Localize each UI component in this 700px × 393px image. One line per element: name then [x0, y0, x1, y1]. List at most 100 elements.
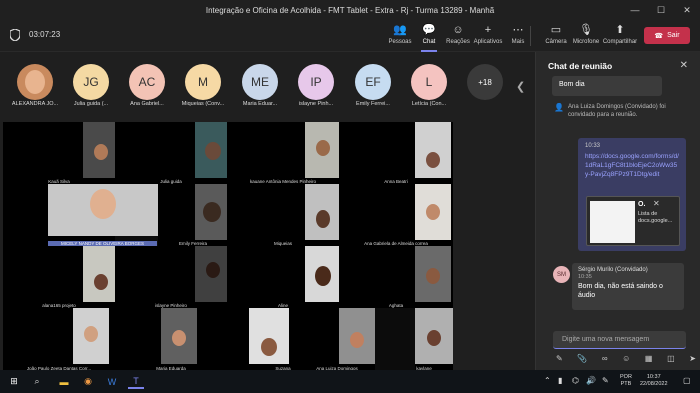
leave-button[interactable]: ☎ Sair	[644, 27, 690, 44]
video-feed	[305, 122, 341, 178]
participant-avatar[interactable]: AC	[129, 64, 165, 100]
clock[interactable]: 10:37 22/08/2022	[640, 374, 668, 388]
video-tile: islayne Pinheiro	[115, 246, 231, 308]
chevron-up-icon[interactable]: ⌃	[544, 376, 551, 385]
preview-thumbnail	[590, 201, 635, 243]
participant-avatar[interactable]: JG	[73, 64, 109, 100]
taskbar: ⊞ ⌕ ▬ ◉ W T ⌃ ▮ ⌬ 🔊 ✎ POR PTB 10:37 22/0…	[0, 370, 700, 393]
compose-input[interactable]: Digite uma nova mensagem	[553, 331, 686, 349]
maximize-button[interactable]: ☐	[648, 0, 674, 20]
participant-name: islayne Pinh...	[298, 101, 334, 107]
participant-avatar[interactable]: EF	[355, 64, 391, 100]
network-icon[interactable]: ⌬	[572, 376, 579, 385]
video-feed	[305, 246, 341, 302]
mic-button[interactable]: 🎙 Microfone	[569, 23, 603, 49]
camera-icon: ▭	[550, 24, 562, 36]
participant-name: Maria Eduar...	[242, 101, 278, 107]
emoji-icon[interactable]: ☺	[622, 354, 630, 366]
people-label: Pessoas	[388, 39, 412, 45]
video-feed	[415, 122, 451, 178]
message-time: 10:35	[578, 274, 592, 280]
video-feed	[195, 184, 231, 240]
video-feed	[249, 308, 289, 364]
windows-start-icon[interactable]: ⊞	[6, 374, 22, 389]
language-indicator[interactable]: POR PTB	[620, 374, 632, 388]
participant-strip: ALEXANDRA JO... JG Julia guida (... AC A…	[0, 52, 535, 118]
participant-avatar[interactable]	[17, 64, 53, 100]
sticker-icon[interactable]: ◫	[667, 354, 675, 366]
reactions-icon: ☺	[452, 24, 464, 36]
send-icon[interactable]: ➤	[689, 354, 696, 366]
person-add-icon: 👤	[554, 103, 564, 112]
video-feed	[161, 308, 197, 364]
share-icon: ⬆	[615, 24, 625, 36]
system-notice-text: Ana Luiza Domingos (Convidado) foi convi…	[568, 104, 666, 118]
gif-icon[interactable]: ▦	[645, 354, 653, 366]
system-notice: 👤 Ana Luiza Domingos (Convidado) foi con…	[554, 104, 689, 119]
video-feed	[305, 184, 341, 240]
chrome-icon[interactable]: ◉	[80, 374, 96, 389]
video-tile: kaylane	[415, 308, 453, 371]
pen-icon[interactable]: ✎	[602, 376, 609, 385]
reactions-label: Reações	[446, 39, 470, 45]
preview-title: O.	[638, 201, 646, 208]
video-tile: MICELY NANDY DE OLIVEIRA BORGES	[3, 184, 158, 246]
language-code: POR	[620, 374, 632, 380]
video-tile: João Paulo Zeeta Dantas Corr...	[3, 308, 115, 371]
notifications-icon[interactable]: ▢	[683, 376, 691, 385]
teams-icon[interactable]: T	[128, 374, 144, 389]
participant-avatar[interactable]: L	[411, 64, 447, 100]
meeting-stage: ALEXANDRA JO... JG Julia guida (... AC A…	[0, 52, 535, 371]
close-preview-icon[interactable]: ✕	[653, 199, 660, 208]
avatar-face	[25, 70, 45, 94]
minimize-button[interactable]: —	[622, 0, 648, 20]
apps-label: Aplicativos	[473, 39, 503, 45]
participant-name: Letícia (Con...	[411, 101, 447, 107]
battery-icon: ▮	[558, 376, 563, 385]
word-icon[interactable]: W	[104, 374, 120, 389]
window-controls: — ☐ ✕	[622, 0, 700, 20]
participant-avatar[interactable]: ME	[242, 64, 278, 100]
message-link[interactable]: https://docs.google.com/forms/d/1dRaL1gF…	[585, 152, 679, 179]
loop-icon[interactable]: ∞	[602, 354, 608, 366]
participant-name: Julia guida (...	[73, 101, 109, 107]
search-icon[interactable]: ⌕	[29, 374, 45, 389]
preview-description: Lista de docs.google...	[638, 211, 673, 224]
more-participants-button[interactable]: +18	[467, 64, 503, 100]
chat-title: Chat de reunião	[548, 61, 613, 71]
video-feed	[48, 184, 158, 236]
reactions-button[interactable]: ☺ Reações	[441, 23, 475, 49]
video-tile: Anna Beatri	[339, 122, 453, 184]
mic-label: Microfone	[572, 39, 600, 45]
participant-name: Miqueias (Conv...	[181, 101, 225, 107]
close-icon[interactable]: ✕	[680, 60, 688, 71]
video-feed	[195, 246, 231, 302]
video-feed	[415, 246, 451, 302]
participant-name: Ana Gabriel...	[130, 101, 164, 107]
shield-icon	[10, 29, 20, 41]
attach-icon[interactable]: 📎	[577, 354, 587, 366]
chevron-left-icon[interactable]: ❮	[516, 80, 525, 93]
format-icon[interactable]: ✎	[556, 354, 563, 366]
meeting-toolbar: 03:07:23 👥 Pessoas 💬 Chat ☺ Reações + Ap…	[0, 20, 700, 52]
share-button[interactable]: ⬆ Compartilhar	[603, 23, 637, 49]
video-tile: Kauã Silva	[3, 122, 119, 184]
camera-label: Câmera	[545, 39, 567, 45]
video-grid: Kauã Silva Julia guida kauane Antônia Me…	[3, 122, 453, 371]
participant-avatar[interactable]: IP	[298, 64, 334, 100]
video-tile: kauane Antônia Mendes Pinheiro	[227, 122, 341, 184]
video-feed	[415, 308, 453, 364]
clock-time: 10:37	[646, 374, 661, 380]
video-tile: Ana Luiza Domingos	[316, 308, 375, 371]
file-explorer-icon[interactable]: ▬	[56, 374, 72, 389]
apps-button[interactable]: + Aplicativos	[471, 23, 505, 49]
close-window-button[interactable]: ✕	[674, 0, 700, 20]
more-label: Mais	[511, 39, 525, 45]
link-preview-card[interactable]: O. ✕ Lista de docs.google...	[586, 196, 680, 246]
volume-icon[interactable]: 🔊	[586, 376, 596, 385]
microphone-icon: 🎙	[579, 24, 593, 36]
camera-button[interactable]: ▭ Câmera	[539, 23, 573, 49]
toolbar-divider	[530, 26, 531, 46]
message-text: Bom dia, não está saindo o áudio	[578, 283, 663, 299]
participant-avatar[interactable]: M	[185, 64, 221, 100]
